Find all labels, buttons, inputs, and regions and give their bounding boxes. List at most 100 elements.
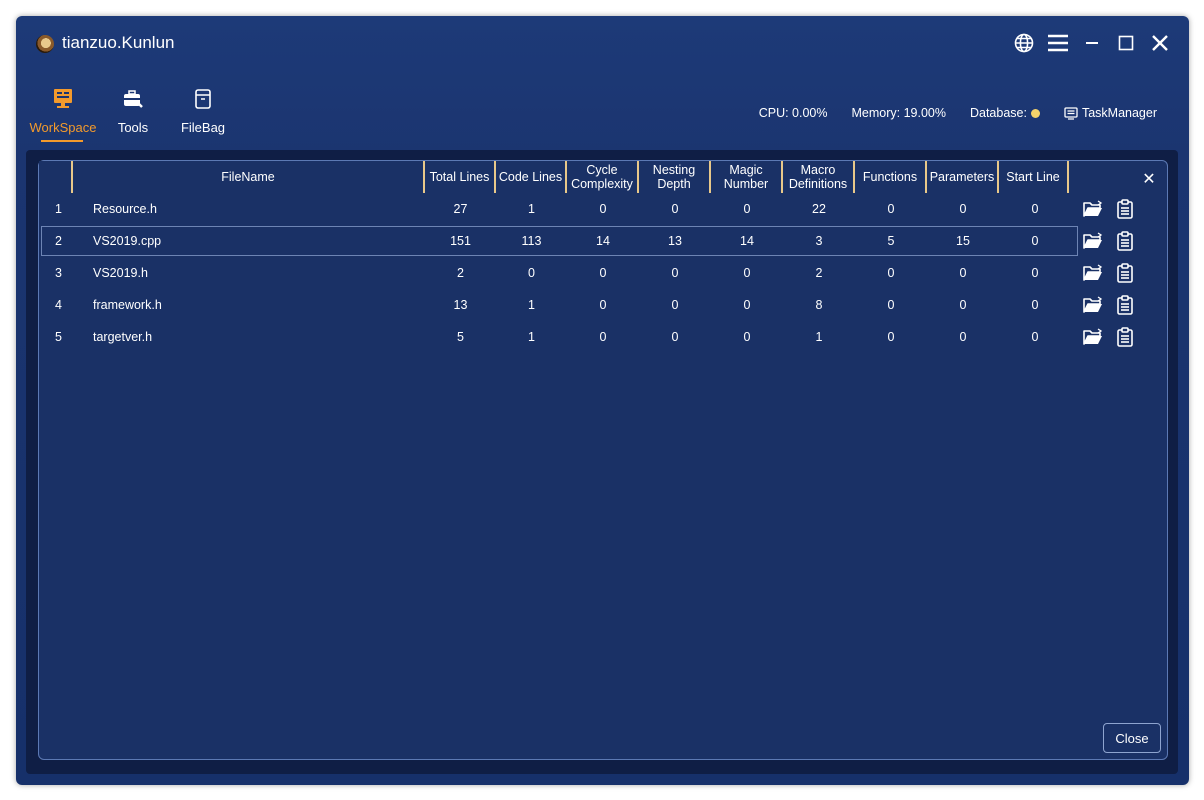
nav-workspace-label: WorkSpace (29, 120, 97, 135)
row-actions (1083, 295, 1135, 315)
row-index: 5 (55, 330, 62, 344)
close-window-icon[interactable] (1149, 32, 1171, 54)
table-row[interactable]: 2 VS2019.cpp 151 113 14 13 14 3 5 15 0 (39, 225, 1133, 257)
row-magic-number: 0 (743, 298, 751, 312)
row-parameters: 15 (956, 234, 970, 248)
row-functions: 5 (887, 234, 895, 248)
taskmanager-icon (1064, 106, 1078, 120)
main-nav: WorkSpace Tools FileBag (28, 88, 238, 144)
menu-icon[interactable] (1047, 32, 1069, 54)
row-actions (1083, 199, 1135, 219)
row-code-lines: 113 (521, 234, 542, 248)
clipboard-icon[interactable] (1115, 263, 1135, 283)
row-nesting-depth: 0 (671, 266, 679, 280)
title-bar: tianzuo.Kunlun (16, 16, 1189, 72)
maximize-icon[interactable] (1115, 32, 1137, 54)
row-parameters: 0 (959, 202, 967, 216)
workspace-icon (52, 88, 74, 110)
open-folder-icon[interactable] (1083, 295, 1103, 315)
clipboard-icon[interactable] (1115, 295, 1135, 315)
row-cycle-complexity: 0 (599, 298, 607, 312)
app-window: tianzuo.Kunlun WorkSpace Tools FileBag C… (16, 16, 1189, 785)
open-folder-icon[interactable] (1083, 199, 1103, 219)
row-total-lines: 13 (453, 298, 468, 312)
column-header-total-lines[interactable]: Total Lines (423, 161, 494, 193)
row-nesting-depth: 0 (671, 298, 679, 312)
clipboard-icon[interactable] (1115, 231, 1135, 251)
column-header-cycle-complexity[interactable]: Cycle Complexity (565, 161, 637, 193)
row-filename: Resource.h (93, 202, 157, 216)
taskmanager-label: TaskManager (1081, 106, 1157, 120)
row-code-lines: 1 (528, 330, 535, 344)
nav-workspace[interactable]: WorkSpace (28, 88, 98, 144)
open-folder-icon[interactable] (1083, 327, 1103, 347)
row-magic-number: 0 (743, 266, 751, 280)
row-cycle-complexity: 0 (599, 330, 607, 344)
row-index: 2 (55, 234, 62, 248)
column-header-functions[interactable]: Functions (853, 161, 925, 193)
file-metrics-dialog: FileName Total Lines Code Lines Cycle Co… (38, 160, 1168, 760)
table-row[interactable]: 1 Resource.h 27 1 0 0 0 22 0 0 0 (39, 193, 1133, 225)
row-magic-number: 0 (743, 202, 751, 216)
open-folder-icon[interactable] (1083, 263, 1103, 283)
column-header-start-line[interactable]: Start Line (997, 161, 1069, 193)
row-magic-number: 14 (740, 234, 754, 248)
row-total-lines: 5 (457, 330, 464, 344)
row-total-lines: 151 (450, 234, 471, 248)
row-functions: 0 (887, 298, 895, 312)
row-parameters: 0 (959, 298, 967, 312)
row-start-line: 0 (1031, 330, 1039, 344)
column-header-magic-number[interactable]: Magic Number (709, 161, 781, 193)
row-parameters: 0 (959, 330, 967, 344)
row-macro-definitions: 3 (815, 234, 823, 248)
row-filename: VS2019.cpp (93, 234, 162, 248)
minimize-icon[interactable] (1081, 32, 1103, 54)
row-functions: 0 (887, 202, 895, 216)
globe-icon[interactable] (1013, 32, 1035, 54)
row-magic-number: 0 (743, 330, 751, 344)
column-header-filename[interactable]: FileName (71, 161, 423, 193)
database-label: Database: (969, 106, 1027, 120)
row-macro-definitions: 8 (815, 298, 823, 312)
nav-tools-label: Tools (117, 120, 149, 135)
nav-tools[interactable]: Tools (98, 88, 168, 144)
clipboard-icon[interactable] (1115, 327, 1135, 347)
row-nesting-depth: 13 (668, 234, 682, 248)
column-header-parameters[interactable]: Parameters (925, 161, 997, 193)
row-code-lines: 1 (528, 202, 535, 216)
row-start-line: 0 (1031, 234, 1039, 248)
row-filename: VS2019.h (93, 266, 148, 280)
row-macro-definitions: 1 (815, 330, 823, 344)
window-controls (1013, 32, 1171, 54)
cpu-usage: CPU: 0.00% (758, 106, 828, 120)
row-total-lines: 27 (453, 202, 468, 216)
row-index: 4 (55, 298, 62, 312)
row-start-line: 0 (1031, 202, 1039, 216)
row-index: 3 (55, 266, 62, 280)
close-dialog-icon[interactable]: ✕ (1141, 171, 1157, 188)
table-row[interactable]: 4 framework.h 13 1 0 0 0 8 0 0 0 (39, 289, 1133, 321)
row-total-lines: 2 (457, 266, 464, 280)
column-header-macro-definitions[interactable]: Macro Definitions (781, 161, 853, 193)
table-row[interactable]: 5 targetver.h 5 1 0 0 0 1 0 0 0 (39, 321, 1133, 353)
row-actions (1083, 263, 1135, 283)
row-cycle-complexity: 0 (599, 266, 607, 280)
column-header-index (39, 161, 71, 193)
row-functions: 0 (887, 266, 895, 280)
row-macro-definitions: 22 (812, 202, 826, 216)
row-functions: 0 (887, 330, 895, 344)
filebag-icon (192, 88, 214, 110)
open-folder-icon[interactable] (1083, 231, 1103, 251)
row-nesting-depth: 0 (671, 330, 679, 344)
row-cycle-complexity: 14 (596, 234, 610, 248)
nav-filebag[interactable]: FileBag (168, 88, 238, 144)
row-code-lines: 1 (528, 298, 535, 312)
taskmanager-button[interactable]: TaskManager (1064, 106, 1157, 120)
app-logo-icon (36, 35, 54, 53)
column-header-nesting-depth[interactable]: Nesting Depth (637, 161, 709, 193)
table-row[interactable]: 3 VS2019.h 2 0 0 0 0 2 0 0 0 (39, 257, 1133, 289)
column-header-code-lines[interactable]: Code Lines (494, 161, 565, 193)
close-button[interactable]: Close (1103, 723, 1161, 753)
row-actions (1083, 327, 1135, 347)
clipboard-icon[interactable] (1115, 199, 1135, 219)
